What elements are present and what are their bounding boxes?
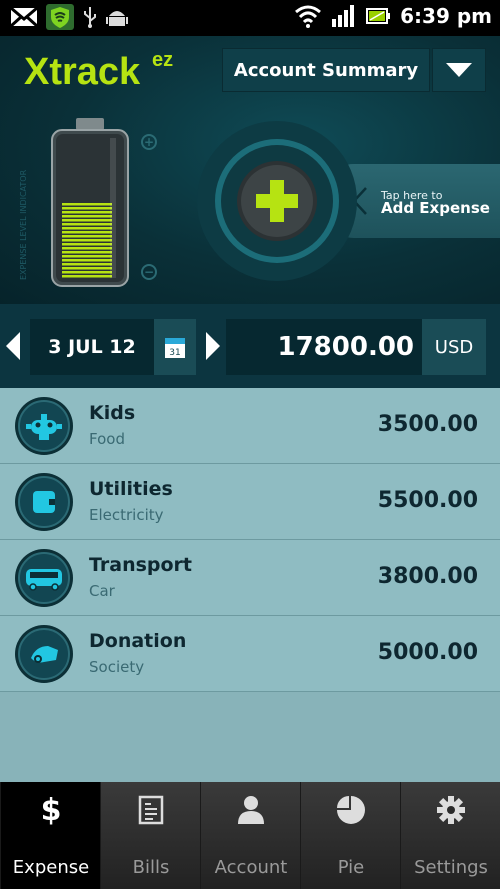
decrease-level-icon[interactable]: − [141, 264, 157, 280]
status-time: 6:39 pm [400, 4, 492, 28]
header-panel: Xtrack ez Account Summary EXPENSE LEVEL … [0, 36, 500, 304]
item-amount: 5500.00 [377, 488, 478, 513]
item-title: Utilities [89, 478, 173, 500]
tab-label: Pie [337, 857, 365, 878]
svg-text:31: 31 [169, 348, 180, 358]
tab-label: Account [214, 857, 288, 878]
increase-level-icon[interactable]: + [141, 134, 157, 150]
svg-text:ez: ez [152, 49, 173, 71]
item-subtitle: Car [89, 582, 115, 600]
account-dropdown-button[interactable] [432, 48, 486, 92]
utilities-plug-icon [15, 473, 73, 531]
total-amount: 17800.00 [226, 319, 422, 375]
gear-icon [431, 790, 471, 830]
tab-label: Settings [414, 857, 488, 878]
wifi-icon [295, 5, 322, 28]
chevron-down-icon [446, 63, 472, 77]
item-amount: 3800.00 [377, 564, 478, 589]
expense-level-indicator-label: EXPENSE LEVEL INDICATOR [19, 169, 28, 280]
date-display[interactable]: 3 JUL 12 [30, 319, 154, 375]
calendar-button[interactable]: 31 [154, 319, 196, 375]
battery-icon [366, 8, 391, 24]
tab-account[interactable]: Account [200, 782, 300, 889]
item-subtitle: Food [89, 430, 125, 448]
item-amount: 5000.00 [377, 640, 478, 665]
add-expense-button[interactable] [196, 120, 358, 282]
item-title: Transport [89, 554, 193, 576]
person-icon [231, 790, 271, 830]
bottom-tab-bar: $ Expense Bills Account Pie Settings [0, 782, 500, 889]
svg-text:EXPENSE LEVEL INDICATOR: EXPENSE LEVEL INDICATOR [19, 169, 28, 280]
calendar-icon: 31 [165, 338, 185, 358]
usb-icon [84, 7, 96, 28]
dollar-icon: $ [40, 792, 62, 828]
tab-bills[interactable]: Bills [100, 782, 200, 889]
expense-list: Kids Food 3500.00 Utilities Electricity … [0, 388, 500, 782]
tab-expense[interactable]: $ Expense [0, 782, 100, 889]
shield-icon [46, 4, 74, 30]
item-title: Kids [89, 402, 136, 424]
add-expense-label[interactable]: Add Expense [381, 199, 490, 217]
tab-label: Expense [12, 857, 90, 878]
pie-chart-icon [331, 790, 371, 830]
bill-icon [131, 790, 171, 830]
currency-selector[interactable]: USD [422, 319, 486, 375]
svg-text:Xtrack: Xtrack [24, 51, 141, 92]
next-date-icon[interactable] [204, 332, 220, 360]
transport-bus-icon [15, 549, 73, 607]
list-item[interactable]: Transport Car 3800.00 [0, 540, 500, 616]
previous-date-icon[interactable] [6, 332, 22, 360]
status-bar: 6:39 pm [0, 0, 500, 36]
signal-icon [332, 5, 355, 27]
item-title: Donation [89, 630, 187, 652]
donation-hand-icon [15, 625, 73, 683]
app-logo: Xtrack ez [24, 49, 173, 92]
item-subtitle: Society [89, 658, 145, 676]
account-summary-button[interactable]: Account Summary [222, 48, 430, 92]
kids-robot-icon [15, 397, 73, 455]
item-amount: 3500.00 [377, 412, 478, 437]
list-item[interactable]: Kids Food 3500.00 [0, 388, 500, 464]
item-subtitle: Electricity [89, 506, 164, 524]
expense-level-battery [51, 118, 129, 287]
list-item[interactable]: Donation Society 5000.00 [0, 616, 500, 692]
tab-settings[interactable]: Settings [400, 782, 500, 889]
android-icon [106, 11, 128, 26]
tab-label: Bills [132, 857, 170, 878]
tab-pie[interactable]: Pie [300, 782, 400, 889]
list-item[interactable]: Utilities Electricity 5500.00 [0, 464, 500, 540]
gmail-icon [10, 6, 38, 28]
